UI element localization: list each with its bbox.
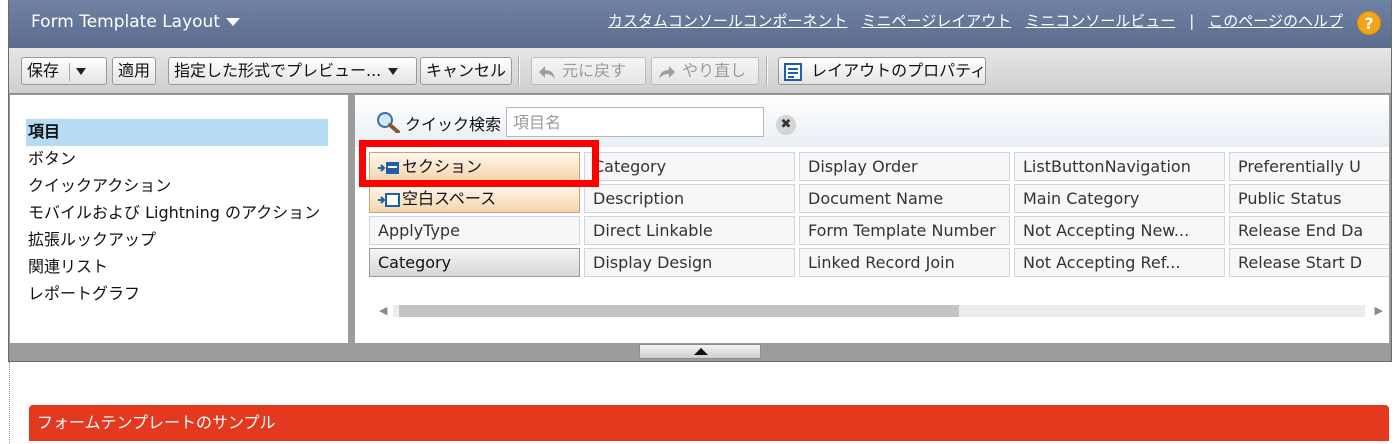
title-bar: Form Template Layout カスタムコンソールコンポーネント ミニ… — [9, 0, 1391, 48]
apply-button[interactable]: 適用 — [112, 57, 157, 85]
palette-item-field[interactable]: Form Template Number — [799, 216, 1010, 245]
layout-properties-label: レイアウトのプロパティ — [811, 61, 987, 80]
palette-item-field[interactable]: Main Category — [1014, 184, 1225, 213]
redo-button[interactable]: やり直し — [651, 57, 759, 85]
undo-button[interactable]: 元に戻す — [531, 57, 646, 85]
palette-items-panel: クイック検索 ✖ セクション 空白スペース ApplyType Category… — [355, 95, 1389, 343]
search-icon — [377, 112, 400, 133]
category-buttons[interactable]: ボタン — [26, 146, 328, 173]
category-mobile-lightning-actions[interactable]: モバイルおよび Lightning のアクション — [26, 200, 328, 227]
palette-item-field[interactable]: Public Status — [1229, 184, 1389, 213]
layout-editor: Form Template Layout カスタムコンソールコンポーネント ミニ… — [8, 0, 1392, 362]
quick-find-label: クイック検索 — [405, 115, 502, 134]
category-report-charts[interactable]: レポートグラフ — [26, 281, 328, 308]
category-expanded-lookups[interactable]: 拡張ルックアップ — [26, 227, 328, 254]
palette-item-field[interactable]: Preferentially U — [1229, 152, 1389, 181]
palette-item-section[interactable]: セクション — [369, 152, 580, 181]
category-related-lists[interactable]: 関連リスト — [26, 254, 328, 281]
palette-item-field[interactable]: Description — [584, 184, 795, 213]
link-separator: | — [1189, 11, 1195, 30]
palette-category-panel: 項目 ボタン クイックアクション モバイルおよび Lightning のアクショ… — [10, 95, 349, 343]
custom-console-components-link[interactable]: カスタムコンソールコンポーネント — [608, 10, 848, 31]
palette-item-field-selected[interactable]: Category — [369, 248, 580, 277]
save-label: 保存 — [27, 61, 60, 80]
toolbar: 保存 適用 指定した形式でプレビュー... キャンセル 元に戻す やり直し レイ… — [9, 48, 1391, 94]
palette-item-blank-space[interactable]: 空白スペース — [369, 184, 580, 213]
quick-find-input[interactable] — [506, 107, 764, 137]
help-icon[interactable]: ? — [1357, 11, 1381, 35]
palette-item-field[interactable]: Not Accepting New... — [1014, 216, 1225, 245]
category-fields[interactable]: 項目 — [26, 119, 328, 146]
quick-find-bar: クイック検索 ✖ — [355, 95, 1389, 147]
palette-item-field[interactable]: Release End Da — [1229, 216, 1389, 245]
undo-icon — [539, 65, 555, 79]
chevron-up-icon — [694, 348, 708, 355]
scroll-left-icon[interactable]: ◀ — [379, 304, 387, 317]
toolbar-divider — [518, 56, 520, 86]
preview-as-button[interactable]: 指定した形式でプレビュー... — [168, 57, 417, 85]
chevron-down-icon — [388, 68, 399, 75]
palette-item-field[interactable]: ApplyType — [369, 216, 580, 245]
save-button[interactable]: 保存 — [21, 57, 107, 85]
palette-item-field[interactable]: ListButtonNavigation — [1014, 152, 1225, 181]
collapse-palette-handle[interactable] — [639, 344, 761, 359]
layout-properties-button[interactable]: レイアウトのプロパティ — [778, 57, 986, 85]
horizontal-scrollbar[interactable]: ◀ ▶ — [369, 302, 1389, 320]
palette-item-label: セクション — [402, 157, 483, 176]
section-header[interactable]: フォームテンプレートのサンプル — [29, 405, 1389, 441]
palette-item-label: 空白スペース — [402, 189, 497, 208]
mini-page-layout-link[interactable]: ミニページレイアウト — [862, 10, 1012, 31]
palette-item-field[interactable]: Not Accepting Ref... — [1014, 248, 1225, 277]
layout-title-menu[interactable]: Form Template Layout — [31, 12, 240, 32]
toolbar-divider — [766, 56, 768, 86]
palette-item-field[interactable]: Display Design — [584, 248, 795, 277]
scrollbar-thumb[interactable] — [399, 305, 959, 317]
palette-item-field[interactable]: Category — [584, 152, 795, 181]
cancel-button[interactable]: キャンセル — [420, 57, 513, 85]
split-divider — [69, 62, 71, 81]
properties-icon — [784, 62, 802, 81]
palette-item-field[interactable]: Display Order — [799, 152, 1010, 181]
undo-label: 元に戻す — [562, 61, 627, 80]
palette-item-field[interactable]: Release Start D — [1229, 248, 1389, 277]
palette-items-grid: セクション 空白スペース ApplyType Category Category… — [369, 152, 1389, 290]
palette-item-field[interactable]: Direct Linkable — [584, 216, 795, 245]
blank-space-icon — [378, 192, 400, 207]
section-icon — [378, 161, 399, 174]
mini-console-view-link[interactable]: ミニコンソールビュー — [1025, 10, 1175, 31]
preview-label: 指定した形式でプレビュー... — [174, 61, 382, 80]
layout-guide-line — [9, 362, 10, 444]
palette-item-field[interactable]: Document Name — [799, 184, 1010, 213]
redo-icon — [659, 65, 675, 79]
chevron-down-icon — [226, 18, 240, 26]
layout-title: Form Template Layout — [31, 12, 220, 32]
chevron-down-icon[interactable] — [76, 68, 87, 75]
redo-label: やり直し — [682, 61, 747, 80]
palette-category-list: 項目 ボタン クイックアクション モバイルおよび Lightning のアクショ… — [26, 119, 328, 308]
category-quick-actions[interactable]: クイックアクション — [26, 173, 328, 200]
palette-item-field[interactable]: Linked Record Join — [799, 248, 1010, 277]
header-links: カスタムコンソールコンポーネント ミニページレイアウト ミニコンソールビュー |… — [608, 10, 1343, 31]
help-for-this-page-link[interactable]: このページのヘルプ — [1208, 10, 1343, 31]
clear-search-icon[interactable]: ✖ — [776, 115, 796, 135]
scroll-right-icon[interactable]: ▶ — [1375, 304, 1383, 317]
